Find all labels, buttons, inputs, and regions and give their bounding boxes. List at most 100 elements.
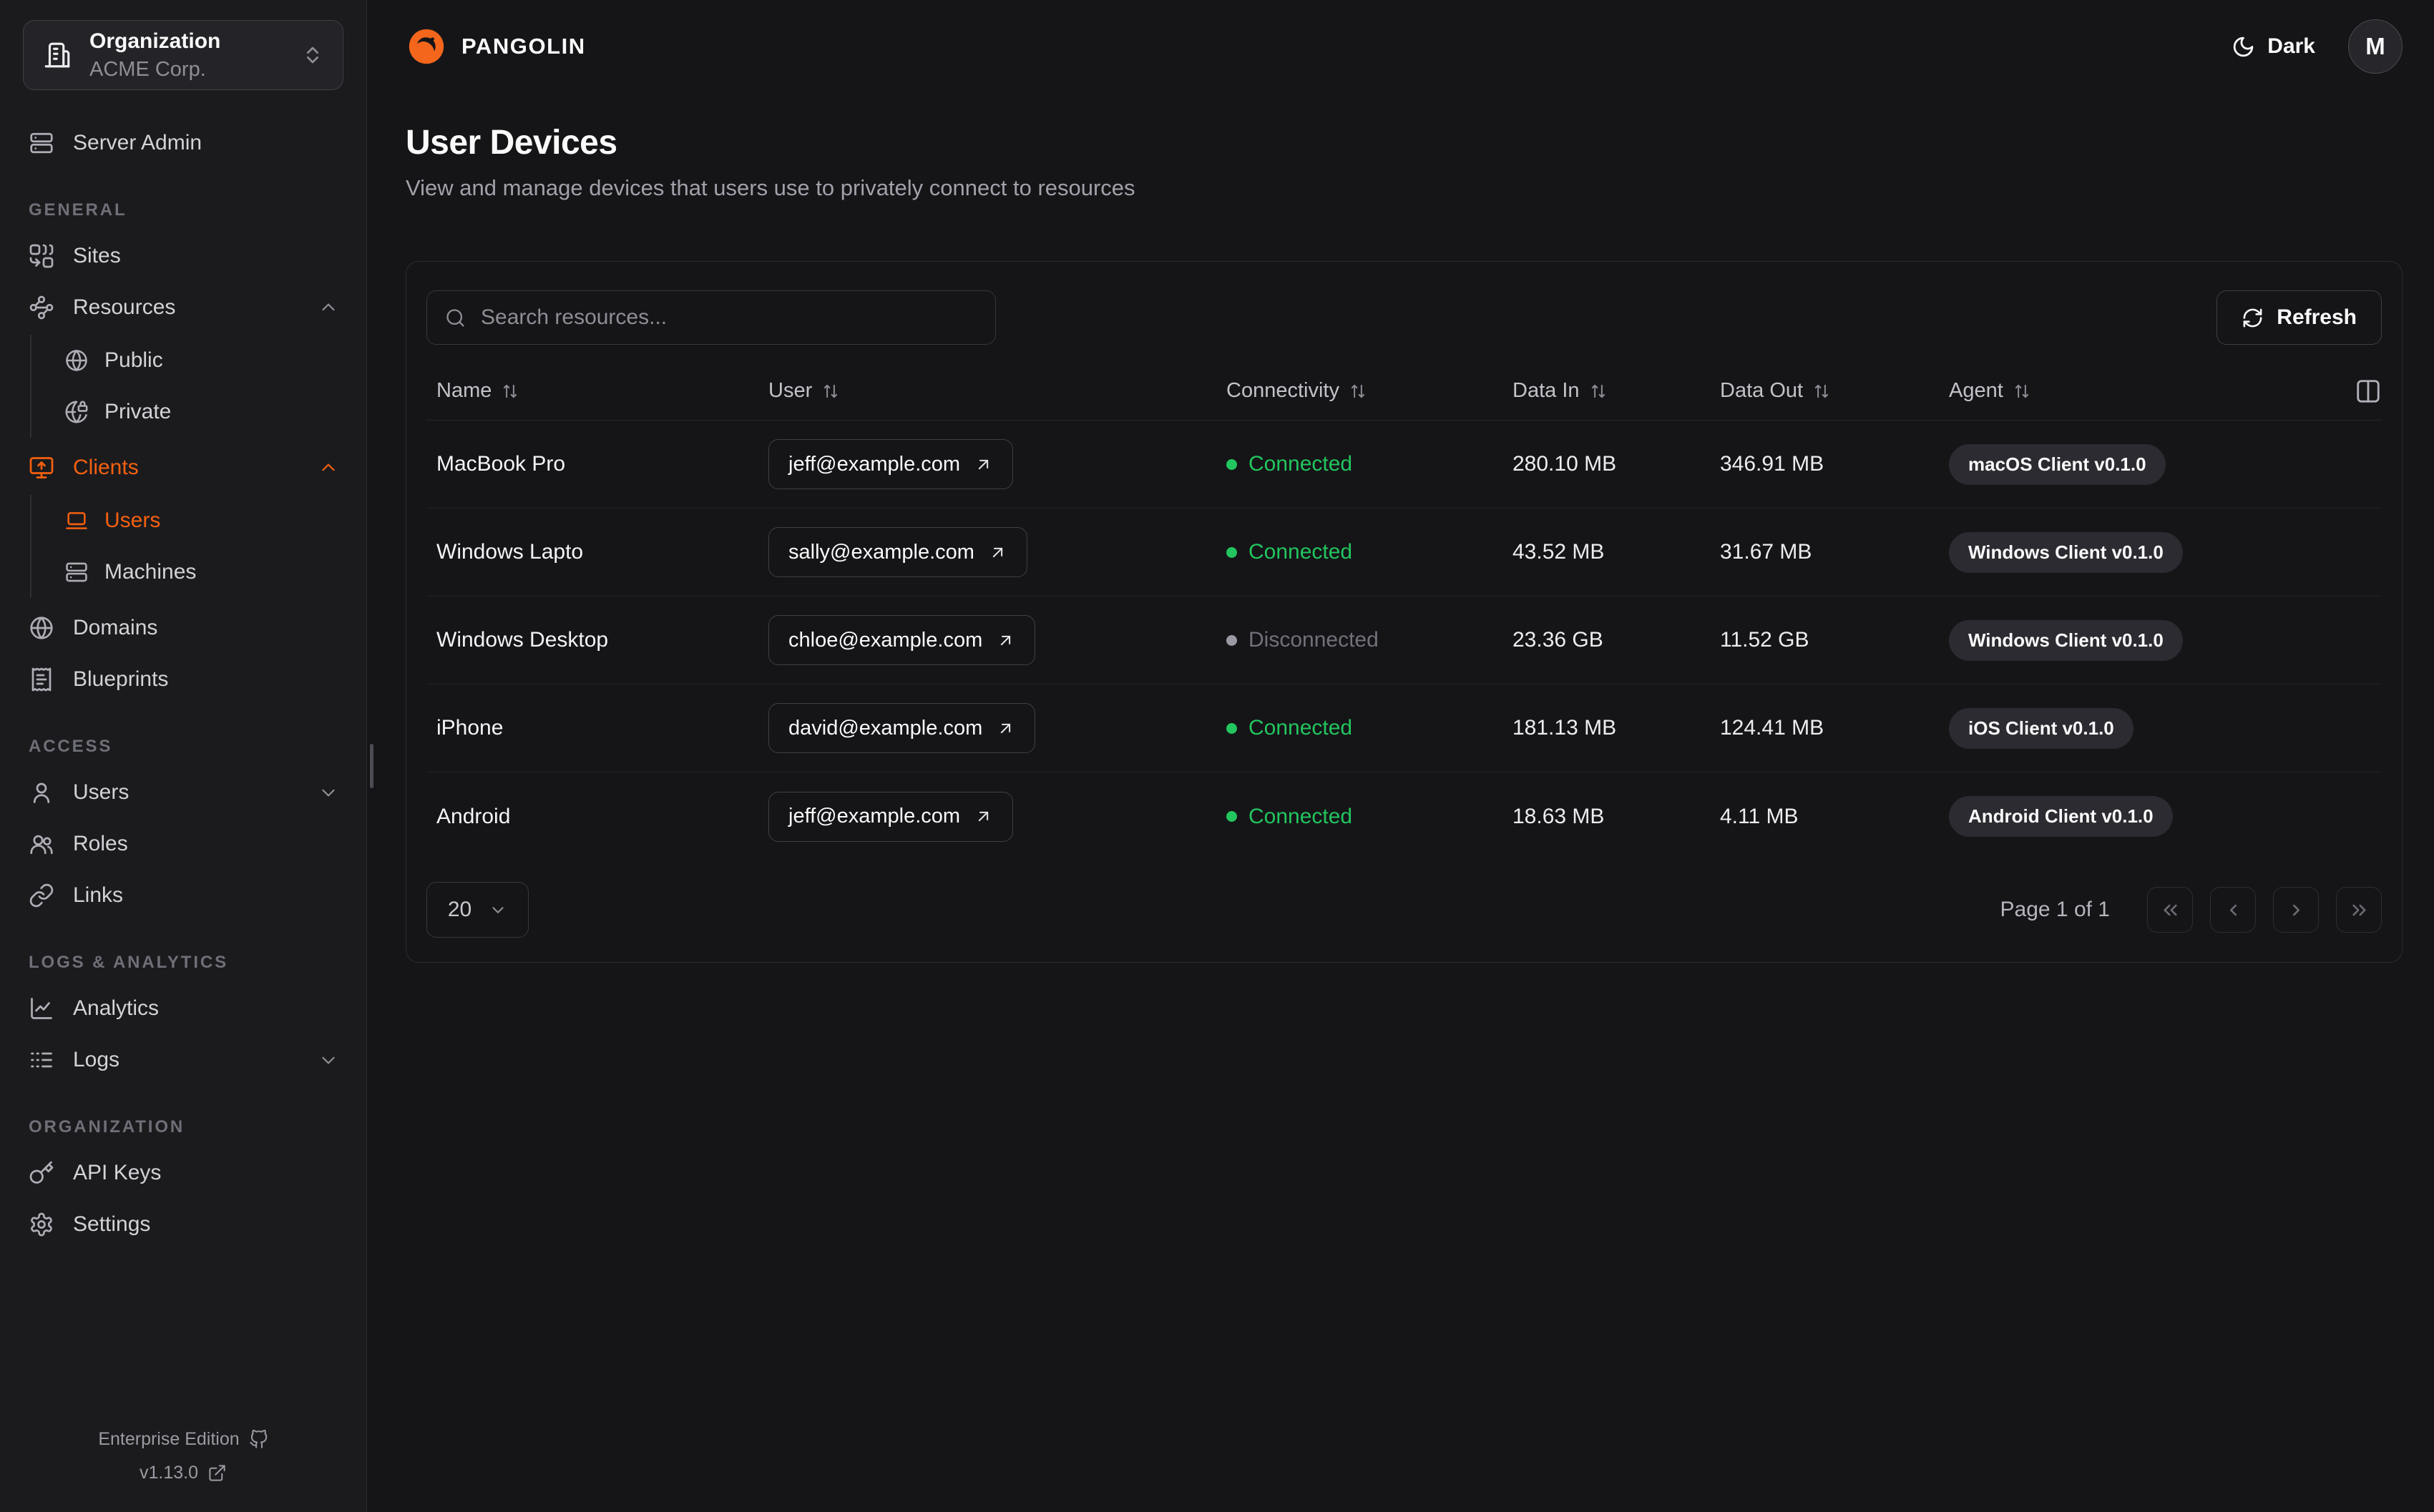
user-link-button[interactable]: jeff@example.com bbox=[768, 791, 1014, 842]
sidebar-item-server-admin[interactable]: Server Admin bbox=[0, 117, 366, 169]
laptop-icon bbox=[64, 509, 89, 533]
sidebar-item-settings[interactable]: Settings bbox=[0, 1199, 366, 1250]
sidebar-item-access-users[interactable]: Users bbox=[0, 767, 366, 818]
page-head: User Devices View and manage devices tha… bbox=[406, 123, 2403, 201]
org-label: Organization bbox=[89, 29, 221, 54]
search-input[interactable] bbox=[481, 305, 978, 330]
server-icon bbox=[29, 130, 54, 156]
page-info: Page 1 of 1 bbox=[2000, 898, 2110, 921]
pager: Page 1 of 1 bbox=[2000, 887, 2382, 933]
user-link-button[interactable]: jeff@example.com bbox=[768, 439, 1014, 489]
sidebar-resize-handle[interactable] bbox=[370, 744, 373, 788]
sidebar-item-users[interactable]: Users bbox=[62, 495, 366, 546]
avatar-initial: M bbox=[2365, 33, 2385, 59]
next-page-button[interactable] bbox=[2273, 887, 2319, 933]
last-page-button[interactable] bbox=[2336, 887, 2382, 933]
status-text: Connected bbox=[1248, 716, 1353, 740]
data-out-value: 4.11 MB bbox=[1720, 804, 1799, 828]
agent-cell: iOS Client v0.1.0 bbox=[1939, 707, 2346, 749]
connectivity-status: Connected bbox=[1216, 805, 1502, 829]
theme-toggle[interactable]: Dark bbox=[2232, 34, 2315, 59]
sites-icon bbox=[29, 243, 54, 269]
column-header-agent[interactable]: Agent bbox=[1939, 379, 2346, 403]
page-size-select[interactable]: 20 bbox=[426, 882, 529, 938]
agent-badge: Android Client v0.1.0 bbox=[1949, 796, 2173, 837]
connectivity-status: Connected bbox=[1216, 452, 1502, 476]
sidebar-item-clients[interactable]: Clients bbox=[0, 442, 366, 494]
sidebar-item-roles[interactable]: Roles bbox=[0, 818, 366, 870]
edition-line[interactable]: Enterprise Edition bbox=[98, 1429, 268, 1450]
data-in-value: 280.10 MB bbox=[1512, 452, 1617, 476]
users-icon bbox=[29, 831, 54, 857]
connectivity-status: Connected bbox=[1216, 716, 1502, 740]
table-header-row: Name User Connectivity Data In Data Out Agent bbox=[426, 362, 2382, 421]
sidebar-item-public[interactable]: Public bbox=[62, 335, 366, 386]
server-icon bbox=[64, 560, 89, 584]
sidebar-item-label: Private bbox=[104, 400, 172, 423]
refresh-icon bbox=[2242, 307, 2264, 329]
sidebar-item-blueprints[interactable]: Blueprints bbox=[0, 654, 366, 705]
sidebar-item-links[interactable]: Links bbox=[0, 870, 366, 921]
version-line[interactable]: v1.13.0 bbox=[140, 1463, 227, 1483]
sidebar-item-sites[interactable]: Sites bbox=[0, 230, 366, 282]
sidebar-item-label: API Keys bbox=[73, 1161, 162, 1184]
chevron-up-icon bbox=[318, 457, 339, 478]
agent-badge: macOS Client v0.1.0 bbox=[1949, 443, 2166, 485]
columns-icon bbox=[2357, 379, 2380, 403]
sidebar-item-label: Analytics bbox=[73, 996, 160, 1020]
org-selector[interactable]: Organization ACME Corp. bbox=[23, 20, 343, 90]
sidebar-item-domains[interactable]: Domains bbox=[0, 602, 366, 654]
waypoints-icon bbox=[29, 295, 54, 320]
sidebar-item-machines[interactable]: Machines bbox=[62, 546, 366, 598]
column-header-user[interactable]: User bbox=[758, 379, 1216, 403]
logs-icon bbox=[29, 1047, 54, 1073]
table-row: Windows Lapto sally@example.com Connected 4… bbox=[426, 509, 2382, 597]
theme-label: Dark bbox=[2267, 34, 2315, 58]
status-text: Connected bbox=[1248, 540, 1353, 564]
user-link-button[interactable]: david@example.com bbox=[768, 703, 1036, 753]
chevron-down-icon bbox=[318, 782, 339, 803]
external-link-icon bbox=[207, 1463, 227, 1483]
building-icon bbox=[42, 40, 72, 70]
column-label: Agent bbox=[1949, 379, 2003, 402]
nav-children-clients: Users Machines bbox=[30, 495, 366, 598]
sidebar-item-logs[interactable]: Logs bbox=[0, 1034, 366, 1086]
brand[interactable]: PANGOLIN bbox=[406, 26, 586, 67]
column-header-data-in[interactable]: Data In bbox=[1502, 379, 1710, 403]
column-header-name[interactable]: Name bbox=[426, 379, 758, 403]
user-email: jeff@example.com bbox=[788, 805, 961, 828]
data-out-value: 11.52 GB bbox=[1720, 628, 1809, 652]
column-label: Data In bbox=[1512, 379, 1580, 402]
first-page-button[interactable] bbox=[2147, 887, 2193, 933]
user-link-button[interactable]: sally@example.com bbox=[768, 527, 1027, 577]
sidebar-item-analytics[interactable]: Analytics bbox=[0, 983, 366, 1034]
data-in-value: 23.36 GB bbox=[1512, 628, 1603, 652]
column-header-data-out[interactable]: Data Out bbox=[1710, 379, 1939, 403]
column-header-connectivity[interactable]: Connectivity bbox=[1216, 379, 1502, 403]
user-cell: jeff@example.com bbox=[758, 791, 1216, 842]
sidebar-item-api-keys[interactable]: API Keys bbox=[0, 1147, 366, 1199]
prev-page-button[interactable] bbox=[2210, 887, 2256, 933]
avatar[interactable]: M bbox=[2348, 19, 2403, 74]
sort-icon bbox=[821, 382, 840, 401]
nav-section-heading: LOGS & ANALYTICS bbox=[29, 953, 228, 972]
sidebar-item-label: Users bbox=[104, 509, 161, 532]
agent-cell: Windows Client v0.1.0 bbox=[1939, 619, 2346, 661]
arrow-up-right-icon bbox=[996, 719, 1015, 738]
chevron-left-icon bbox=[2229, 904, 2237, 915]
sidebar-item-resources[interactable]: Resources bbox=[0, 282, 366, 333]
nav-section: Server Admin bbox=[0, 117, 366, 169]
chart-icon bbox=[29, 996, 54, 1021]
org-value: ACME Corp. bbox=[89, 57, 206, 81]
nav-section-heading: ACCESS bbox=[29, 737, 113, 756]
user-link-button[interactable]: chloe@example.com bbox=[768, 615, 1036, 665]
nav-section-heading: GENERAL bbox=[29, 200, 127, 220]
sidebar-item-private[interactable]: Private bbox=[62, 386, 366, 438]
sidebar-item-label: Users bbox=[73, 780, 129, 804]
refresh-button[interactable]: Refresh bbox=[2216, 290, 2382, 345]
main-content: PANGOLIN Dark M User Devices View and ma… bbox=[367, 0, 2434, 1512]
sidebar-item-label: Sites bbox=[73, 244, 121, 267]
chevron-down-icon bbox=[318, 1049, 339, 1071]
user-email: jeff@example.com bbox=[788, 452, 961, 476]
toggle-columns-button[interactable] bbox=[2355, 378, 2382, 405]
